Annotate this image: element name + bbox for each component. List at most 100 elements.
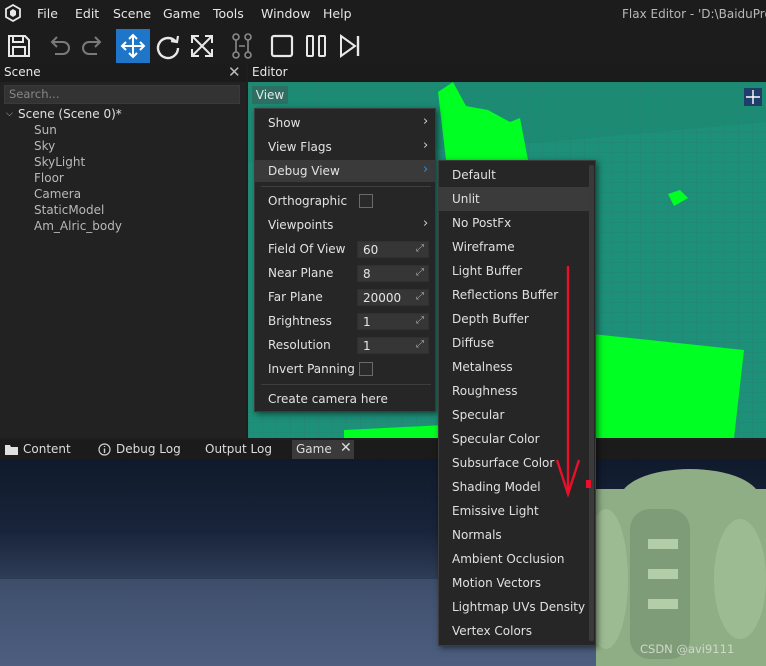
menu-item-debug-view[interactable]: Debug View › xyxy=(255,160,435,182)
menu-item-brightness: Brightness 1 ⤢ xyxy=(255,310,435,332)
tab-debug-log[interactable]: Debug Log xyxy=(116,442,181,456)
menu-item-near-plane: Near Plane 8 ⤢ xyxy=(255,262,435,284)
tree-item-floor[interactable]: Floor xyxy=(34,171,64,185)
tab-game[interactable]: Game ✕ xyxy=(292,440,354,459)
chevron-right-icon: › xyxy=(423,216,429,231)
menu-item-view-flags[interactable]: View Flags › xyxy=(255,136,435,158)
tab-content[interactable]: Content xyxy=(23,442,71,456)
game-viewport[interactable] xyxy=(0,459,766,666)
view-dropdown-menu: Show › View Flags › Debug View › Orthogr… xyxy=(254,108,436,412)
view-gizmo-icon[interactable] xyxy=(744,88,762,106)
menu-item-far-plane: Far Plane 20000 ⤢ xyxy=(255,286,435,308)
debug-item-ambient-occlusion[interactable]: Ambient Occlusion xyxy=(439,547,589,571)
undo-icon xyxy=(50,36,70,55)
debug-item-unlit[interactable]: Unlit xyxy=(439,187,589,211)
snap-icon xyxy=(232,33,252,59)
move-icon xyxy=(120,33,146,59)
scale-icon xyxy=(191,35,213,57)
bottom-tab-bar: Content Debug Log Output Log Game ✕ xyxy=(0,440,766,459)
expand-icon: ⤢ xyxy=(416,339,424,350)
menu-separator xyxy=(261,384,431,385)
menu-item-resolution: Resolution 1 ⤢ xyxy=(255,334,435,356)
scale-tool-button[interactable] xyxy=(186,30,218,62)
menu-bar: File Edit Scene Game Tools Window Help F… xyxy=(0,0,766,26)
resolution-input[interactable]: 1 ⤢ xyxy=(357,337,429,354)
view-menu-button[interactable]: View xyxy=(252,86,288,104)
menu-window[interactable]: Window xyxy=(261,6,310,21)
debug-item-no-postfx[interactable]: No PostFx xyxy=(439,211,589,235)
scene-panel-header: Scene ✕ xyxy=(0,63,246,82)
menu-item-invert-panning[interactable]: Invert Panning xyxy=(255,358,435,380)
menu-edit[interactable]: Edit xyxy=(75,6,99,21)
menu-game[interactable]: Game xyxy=(163,6,200,21)
menu-item-field-of-view: Field Of View 60 ⤢ xyxy=(255,238,435,260)
orthographic-checkbox[interactable] xyxy=(359,194,373,208)
redo-button[interactable] xyxy=(77,30,109,62)
info-icon xyxy=(98,443,111,456)
field-of-view-input[interactable]: 60 ⤢ xyxy=(357,241,429,258)
tree-item-skylight[interactable]: SkyLight xyxy=(34,155,85,169)
menu-item-viewpoints[interactable]: Viewpoints › xyxy=(255,214,435,236)
menu-scene[interactable]: Scene xyxy=(113,6,151,21)
watermark: CSDN @avi9111 xyxy=(640,642,735,656)
rotate-tool-button[interactable] xyxy=(152,30,184,62)
tree-item-am-alric-body[interactable]: Am_Alric_body xyxy=(34,219,122,233)
expand-icon: ⤢ xyxy=(416,243,424,254)
menu-item-show[interactable]: Show › xyxy=(255,112,435,134)
flax-logo-icon xyxy=(5,4,21,22)
scene-panel-title: Scene xyxy=(4,65,41,79)
step-button[interactable] xyxy=(334,30,366,62)
brightness-input[interactable]: 1 ⤢ xyxy=(357,313,429,330)
chevron-down-icon[interactable]: ⌵ xyxy=(6,109,13,119)
window-title: Flax Editor - 'D:\BaiduProje xyxy=(622,7,766,21)
chevron-right-icon: › xyxy=(423,138,429,153)
menu-help[interactable]: Help xyxy=(323,6,352,21)
expand-icon: ⤢ xyxy=(416,291,424,302)
debug-item-normals[interactable]: Normals xyxy=(439,523,589,547)
debug-item-wireframe[interactable]: Wireframe xyxy=(439,235,589,259)
debug-item-lightmap-uvs-density[interactable]: Lightmap UVs Density xyxy=(439,595,589,619)
close-icon[interactable]: ✕ xyxy=(228,63,241,81)
redo-icon xyxy=(82,36,102,55)
tree-item-scene-root[interactable]: Scene (Scene 0)* xyxy=(18,107,122,121)
undo-button[interactable] xyxy=(43,30,75,62)
save-button[interactable] xyxy=(3,30,35,62)
close-icon[interactable]: ✕ xyxy=(340,440,352,456)
stop-button[interactable] xyxy=(266,30,298,62)
menu-file[interactable]: File xyxy=(37,6,58,21)
chevron-right-icon: › xyxy=(423,162,429,177)
near-plane-input[interactable]: 8 ⤢ xyxy=(357,265,429,282)
menu-item-create-camera[interactable]: Create camera here xyxy=(255,388,435,410)
tree-item-staticmodel[interactable]: StaticModel xyxy=(34,203,104,217)
pause-button[interactable] xyxy=(300,30,332,62)
debug-item-default[interactable]: Default xyxy=(439,163,589,187)
scene-panel: Scene ✕ Search... ⌵ Scene (Scene 0)* Sun… xyxy=(0,63,246,438)
editor-panel-header: Editor xyxy=(248,64,766,82)
tree-item-sky[interactable]: Sky xyxy=(34,139,55,153)
snap-button[interactable] xyxy=(226,30,258,62)
stop-icon xyxy=(270,34,294,58)
menu-item-orthographic[interactable]: Orthographic xyxy=(255,190,435,212)
menu-separator xyxy=(261,186,431,187)
scene-search-input[interactable]: Search... xyxy=(4,85,240,104)
move-tool-button[interactable] xyxy=(116,29,150,63)
invert-panning-checkbox[interactable] xyxy=(359,362,373,376)
far-plane-input[interactable]: 20000 ⤢ xyxy=(357,289,429,306)
expand-icon: ⤢ xyxy=(416,267,424,278)
menu-tools[interactable]: Tools xyxy=(213,6,244,21)
annotation-arrow-icon xyxy=(556,266,591,498)
debug-item-emissive-light[interactable]: Emissive Light xyxy=(439,499,589,523)
step-icon xyxy=(340,34,360,58)
debug-item-motion-vectors[interactable]: Motion Vectors xyxy=(439,571,589,595)
pause-icon xyxy=(306,35,326,57)
rotate-icon xyxy=(156,35,180,60)
tab-output-log[interactable]: Output Log xyxy=(205,442,272,456)
chevron-right-icon: › xyxy=(423,114,429,129)
tab-game-label: Game xyxy=(296,442,332,456)
debug-item-vertex-colors[interactable]: Vertex Colors xyxy=(439,619,589,643)
tree-item-camera[interactable]: Camera xyxy=(34,187,81,201)
save-icon xyxy=(8,35,30,57)
toolbar xyxy=(0,26,766,64)
editor-panel-title: Editor xyxy=(252,65,288,79)
tree-item-sun[interactable]: Sun xyxy=(34,123,57,137)
